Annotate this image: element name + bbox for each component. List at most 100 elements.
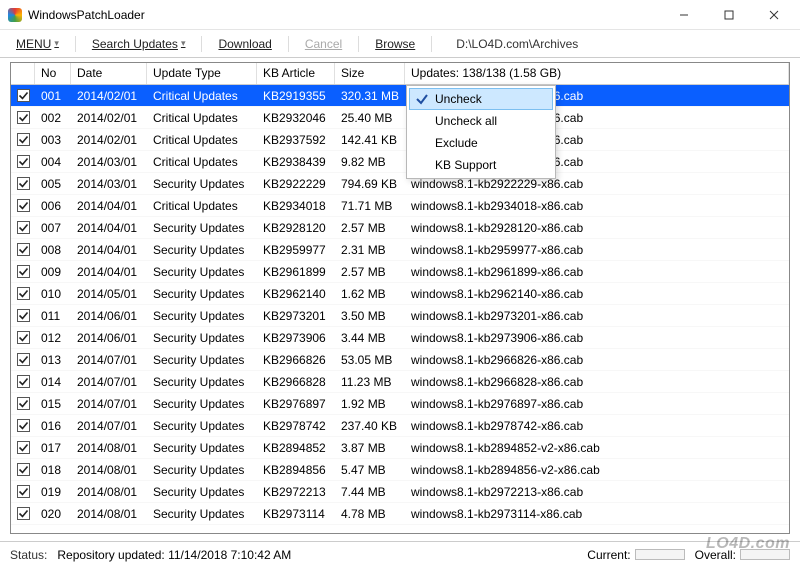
row-checkbox[interactable] (11, 331, 35, 344)
check-icon (415, 92, 429, 106)
row-checkbox[interactable] (11, 155, 35, 168)
table-row[interactable]: 0122014/06/01Security UpdatesKB29739063.… (11, 327, 789, 349)
cell-type: Security Updates (147, 241, 257, 259)
table-row[interactable]: 0022014/02/01Critical UpdatesKB293204625… (11, 107, 789, 129)
cell-type: Security Updates (147, 417, 257, 435)
table-row[interactable]: 0072014/04/01Security UpdatesKB29281202.… (11, 217, 789, 239)
column-kb[interactable]: KB Article (257, 63, 335, 84)
cell-type: Critical Updates (147, 197, 257, 215)
row-checkbox[interactable] (11, 221, 35, 234)
cell-kb: KB2972213 (257, 483, 335, 501)
table-row[interactable]: 0082014/04/01Security UpdatesKB29599772.… (11, 239, 789, 261)
row-checkbox[interactable] (11, 353, 35, 366)
row-checkbox[interactable] (11, 133, 35, 146)
cell-no: 019 (35, 483, 71, 501)
minimize-button[interactable] (661, 1, 706, 29)
column-size[interactable]: Size (335, 63, 405, 84)
cancel-button[interactable]: Cancel (299, 35, 348, 53)
table-row[interactable]: 0142014/07/01Security UpdatesKB296682811… (11, 371, 789, 393)
download-button[interactable]: Download (212, 35, 277, 53)
menu-item-uncheck-all[interactable]: Uncheck all (409, 110, 553, 132)
cell-size: 71.71 MB (335, 197, 405, 215)
table-row[interactable]: 0112014/06/01Security UpdatesKB29732013.… (11, 305, 789, 327)
cell-type: Security Updates (147, 285, 257, 303)
current-label: Current: (587, 548, 630, 562)
table-row[interactable]: 0102014/05/01Security UpdatesKB29621401.… (11, 283, 789, 305)
cell-date: 2014/07/01 (71, 395, 147, 413)
search-updates-button[interactable]: Search Updates▾ (86, 35, 192, 53)
close-button[interactable] (751, 1, 796, 29)
row-checkbox[interactable] (11, 397, 35, 410)
chevron-down-icon: ▾ (181, 38, 186, 49)
row-checkbox[interactable] (11, 463, 35, 476)
uncheck-all-label: Uncheck all (435, 114, 497, 128)
cell-no: 004 (35, 153, 71, 171)
row-checkbox[interactable] (11, 89, 35, 102)
column-no[interactable]: No (35, 63, 71, 84)
cell-date: 2014/04/01 (71, 219, 147, 237)
cell-size: 2.31 MB (335, 241, 405, 259)
row-checkbox[interactable] (11, 309, 35, 322)
menu-button[interactable]: MENU▾ (10, 35, 65, 53)
cell-type: Security Updates (147, 483, 257, 501)
table-row[interactable]: 0202014/08/01Security UpdatesKB29731144.… (11, 503, 789, 525)
archive-path: D:\LO4D.com\Archives (456, 37, 578, 51)
cell-no: 006 (35, 197, 71, 215)
table-row[interactable]: 0012014/02/01Critical UpdatesKB291935532… (11, 85, 789, 107)
cell-type: Security Updates (147, 505, 257, 523)
column-checkbox[interactable] (11, 63, 35, 84)
cell-no: 011 (35, 307, 71, 325)
table-row[interactable]: 0192014/08/01Security UpdatesKB29722137.… (11, 481, 789, 503)
row-checkbox[interactable] (11, 111, 35, 124)
row-checkbox[interactable] (11, 419, 35, 432)
cell-date: 2014/08/01 (71, 483, 147, 501)
cell-type: Critical Updates (147, 131, 257, 149)
table-row[interactable]: 0032014/02/01Critical UpdatesKB293759214… (11, 129, 789, 151)
row-checkbox[interactable] (11, 287, 35, 300)
column-updates[interactable]: Updates: 138/138 (1.58 GB) (405, 63, 789, 84)
cell-size: 53.05 MB (335, 351, 405, 369)
progress-current: Current: (587, 548, 684, 562)
row-checkbox[interactable] (11, 375, 35, 388)
cell-no: 017 (35, 439, 71, 457)
menu-item-exclude[interactable]: Exclude (409, 132, 553, 154)
row-checkbox[interactable] (11, 177, 35, 190)
cell-no: 003 (35, 131, 71, 149)
table-row[interactable]: 0132014/07/01Security UpdatesKB296682653… (11, 349, 789, 371)
table-row[interactable]: 0152014/07/01Security UpdatesKB29768971.… (11, 393, 789, 415)
row-checkbox[interactable] (11, 441, 35, 454)
table-row[interactable]: 0042014/03/01Critical UpdatesKB29384399.… (11, 151, 789, 173)
cell-file: windows8.1-kb2966826-x86.cab (405, 351, 789, 369)
table-row[interactable]: 0062014/04/01Critical UpdatesKB293401871… (11, 195, 789, 217)
cell-kb: KB2938439 (257, 153, 335, 171)
table-row[interactable]: 0052014/03/01Security UpdatesKB292222979… (11, 173, 789, 195)
cell-no: 005 (35, 175, 71, 193)
table-row[interactable]: 0172014/08/01Security UpdatesKB28948523.… (11, 437, 789, 459)
table-body[interactable]: 0012014/02/01Critical UpdatesKB291935532… (11, 85, 789, 533)
cell-file: windows8.1-kb2978742-x86.cab (405, 417, 789, 435)
row-checkbox[interactable] (11, 265, 35, 278)
table-row[interactable]: 0162014/07/01Security UpdatesKB297874223… (11, 415, 789, 437)
table-row[interactable]: 0182014/08/01Security UpdatesKB28948565.… (11, 459, 789, 481)
row-checkbox[interactable] (11, 507, 35, 520)
maximize-button[interactable] (706, 1, 751, 29)
column-date[interactable]: Date (71, 63, 147, 84)
cell-type: Security Updates (147, 461, 257, 479)
cell-no: 009 (35, 263, 71, 281)
row-checkbox[interactable] (11, 243, 35, 256)
menu-item-kb-support[interactable]: KB Support (409, 154, 553, 176)
row-checkbox[interactable] (11, 199, 35, 212)
menu-item-uncheck[interactable]: Uncheck (409, 88, 553, 110)
cell-kb: KB2962140 (257, 285, 335, 303)
table-header: No Date Update Type KB Article Size Upda… (11, 63, 789, 85)
cell-file: windows8.1-kb2894856-v2-x86.cab (405, 461, 789, 479)
uncheck-label: Uncheck (435, 92, 482, 106)
column-type[interactable]: Update Type (147, 63, 257, 84)
cell-no: 012 (35, 329, 71, 347)
browse-button[interactable]: Browse (369, 35, 421, 53)
table-row[interactable]: 0092014/04/01Security UpdatesKB29618992.… (11, 261, 789, 283)
cell-type: Security Updates (147, 219, 257, 237)
cell-kb: KB2976897 (257, 395, 335, 413)
cell-file: windows8.1-kb2962140-x86.cab (405, 285, 789, 303)
row-checkbox[interactable] (11, 485, 35, 498)
